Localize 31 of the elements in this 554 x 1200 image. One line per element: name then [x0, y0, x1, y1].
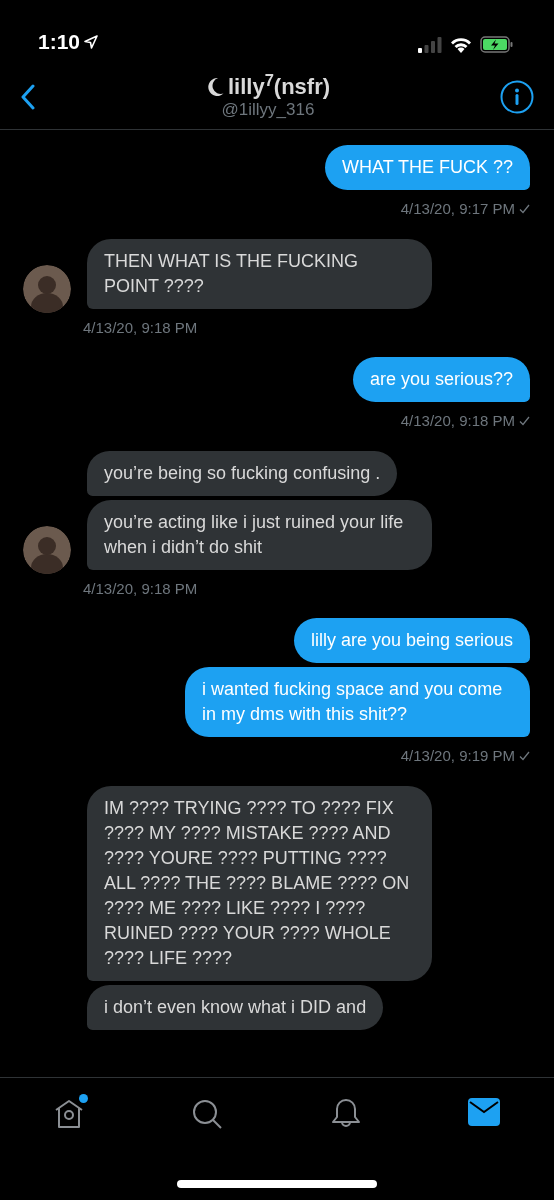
check-icon	[519, 416, 530, 427]
message-bubble: lilly are you being serious	[293, 618, 530, 663]
back-button[interactable]	[20, 84, 36, 110]
bell-tab[interactable]	[330, 1098, 361, 1130]
crescent-moon-icon	[205, 77, 224, 97]
check-icon	[519, 751, 530, 762]
message-bubble: WHAT THE FUCK ??	[324, 145, 530, 190]
wifi-icon	[450, 36, 472, 53]
location-arrow-icon	[84, 34, 99, 49]
message-bubble: are you serious??	[352, 357, 530, 402]
message-timestamp: 4/13/20, 9:17 PM	[400, 199, 515, 219]
message-timestamp: 4/13/20, 9:18 PM	[83, 578, 198, 599]
info-button[interactable]	[500, 80, 534, 114]
battery-icon	[480, 36, 514, 53]
message-bubble: IM ???? TRYING ???? TO ???? FIX ???? MY ???? MISTAKE ???? AND ???? YOURE ???? PUTTING ???? ALL ???? THE ???? BLAME ???? ON ???? ME ???? LIKE ???? I ???? RUINED ???? YOUR ???? WHOLE ???? LIFE ????	[87, 785, 432, 981]
message-bubble: i wanted fucking space and you come in my dms with this shit??	[185, 667, 530, 737]
message-timestamp: 4/13/20, 9:19 PM	[400, 746, 515, 766]
avatar[interactable]	[23, 525, 71, 574]
clock-time: 1:10	[38, 28, 81, 55]
message-bubble: you’re acting like i just ruined your life when i didn’t do shit	[87, 499, 432, 570]
message-timestamp: 4/13/20, 9:18 PM	[400, 411, 515, 431]
signal-icon	[418, 36, 442, 53]
contact-handle: @1illyy_316	[220, 100, 316, 120]
message-bubble: you’re being so fucking confusing .	[87, 450, 398, 496]
avatar[interactable]	[23, 264, 71, 313]
check-icon	[519, 204, 530, 215]
message-timestamp: 4/13/20, 9:18 PM	[83, 317, 198, 338]
message-bubble: i don’t even know what i DID and	[87, 984, 384, 1030]
search-tab[interactable]	[191, 1098, 224, 1130]
contact-name: lilly$^{7}$(nsfr)	[227, 74, 331, 100]
message-bubble: THEN WHAT IS THE FUCKING POINT ????	[87, 238, 432, 309]
